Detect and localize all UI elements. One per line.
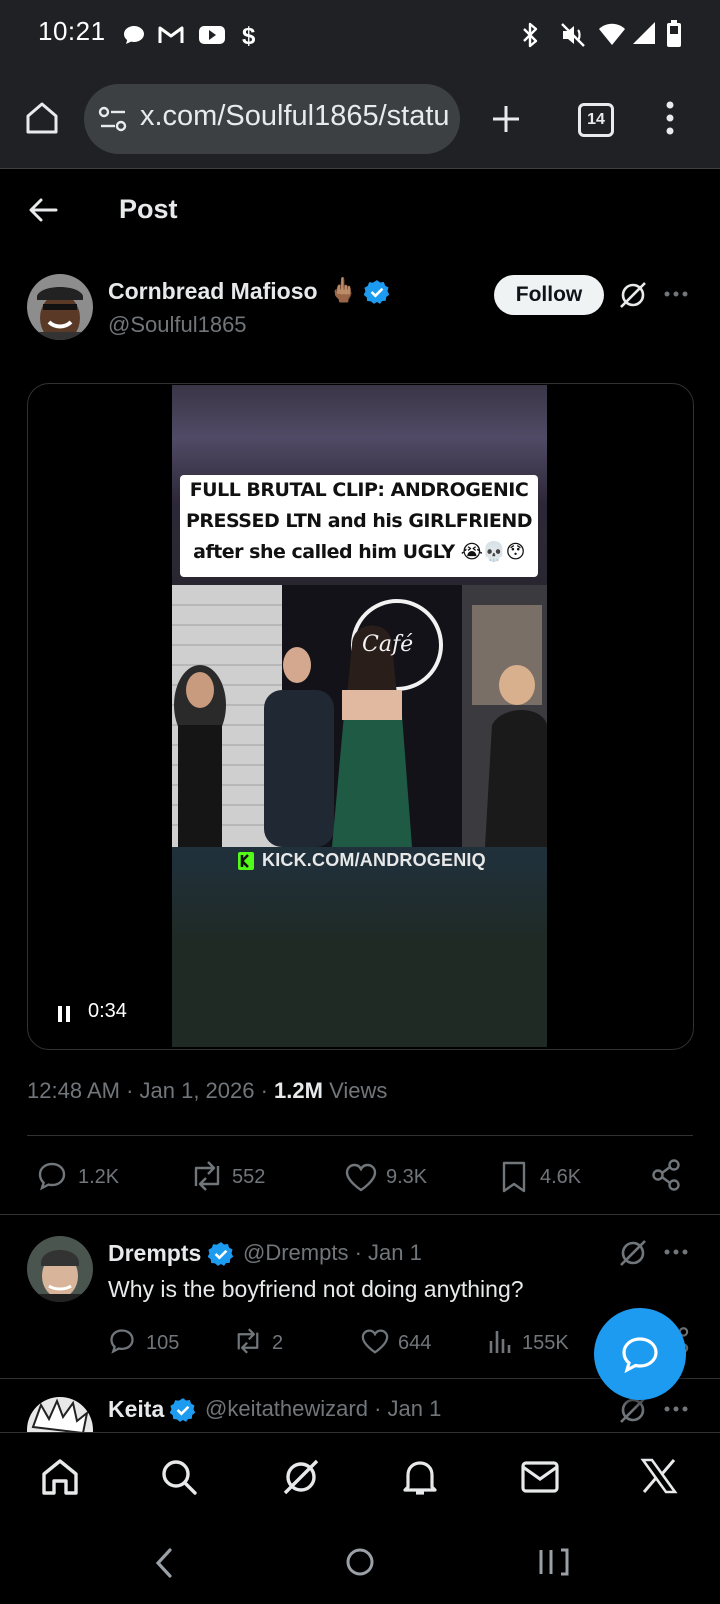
svg-text:$: $ — [242, 23, 256, 48]
kick-logo-icon — [238, 852, 254, 870]
nav-x-logo-icon[interactable] — [640, 1457, 678, 1495]
bookmark-count: 4.6K — [540, 1166, 582, 1188]
views-icon[interactable] — [488, 1327, 512, 1355]
cafe-sign-text: Café — [362, 632, 414, 657]
chat-notification-icon — [124, 26, 144, 44]
more-options-icon[interactable] — [664, 1405, 688, 1413]
caption-line-3: after she called him UGLY 😭💀😯 — [193, 541, 525, 563]
compose-reply-button[interactable] — [594, 1308, 686, 1400]
page-title: Post — [119, 194, 178, 224]
tab-switcher-button[interactable]: 14 — [578, 103, 614, 137]
video-watermark: KICK.COM/ANDROGENIQ — [262, 850, 486, 870]
author-emoji: 🖕🏽 — [328, 277, 358, 304]
reply-avatar[interactable] — [27, 1236, 93, 1302]
youtube-notification-icon — [199, 26, 225, 44]
browser-menu-icon[interactable] — [664, 100, 676, 136]
back-arrow-icon[interactable] — [28, 196, 58, 224]
caption-line-1: FULL BRUTAL CLIP: ANDROGENIC — [189, 479, 529, 501]
grok-icon[interactable] — [618, 1238, 648, 1268]
signal-icon — [633, 22, 655, 44]
gmail-notification-icon — [158, 26, 184, 43]
reply-author-name[interactable]: Keita — [108, 1396, 164, 1423]
reply-like-count: 644 — [398, 1332, 432, 1354]
nav-home-icon[interactable] — [40, 1457, 80, 1497]
battery-icon — [667, 20, 681, 47]
reply-repost-count: 2 — [272, 1332, 284, 1354]
system-home-icon[interactable] — [344, 1546, 376, 1578]
video-caption: FULL BRUTAL CLIP: ANDROGENIC PRESSED LTN… — [180, 475, 538, 577]
reply-reply-count: 105 — [146, 1332, 180, 1354]
status-bar: 10:21 $ — [0, 0, 720, 70]
reply-count: 1.2K — [78, 1166, 120, 1188]
video-scene-image — [172, 585, 547, 847]
site-settings-icon[interactable] — [97, 104, 129, 134]
reply-author-handle[interactable]: @Drempts · Jan 1 — [243, 1240, 422, 1266]
repost-count: 552 — [232, 1166, 266, 1188]
url-text[interactable]: x.com/Soulful1865/status — [140, 100, 450, 133]
views-label: Views — [322, 1078, 388, 1103]
mute-icon — [561, 23, 585, 47]
pause-icon[interactable] — [56, 1004, 72, 1024]
author-handle[interactable]: @Soulful1865 — [108, 312, 247, 338]
reply-views-count: 155K — [522, 1332, 569, 1354]
reply-author-name[interactable]: Drempts — [108, 1240, 201, 1267]
reply-icon[interactable] — [108, 1327, 136, 1355]
repost-icon[interactable] — [232, 1327, 264, 1355]
post-timestamp[interactable]: 12:48 AM · Jan 1, 2026 · — [27, 1078, 274, 1103]
nav-search-icon[interactable] — [160, 1457, 198, 1497]
new-tab-icon[interactable] — [490, 103, 522, 135]
compose-reply-icon — [622, 1337, 658, 1374]
nav-messages-icon[interactable] — [520, 1459, 560, 1495]
caption-line-2: PRESSED LTN and his GIRLFRIEND — [185, 510, 533, 532]
system-recents-icon[interactable] — [537, 1546, 571, 1578]
reply-author-handle[interactable]: @keitathewizard · Jan 1 — [205, 1396, 441, 1422]
post-meta: 12:48 AM · Jan 1, 2026 · 1.2M Views — [27, 1078, 387, 1104]
system-nav-bar — [0, 1522, 720, 1604]
status-time: 10:21 — [38, 16, 106, 46]
views-count: 1.2M — [274, 1078, 323, 1103]
verified-badge-icon — [364, 280, 390, 304]
reply-icon[interactable] — [36, 1160, 68, 1192]
repost-icon[interactable] — [188, 1160, 226, 1192]
verified-badge-icon — [170, 1398, 196, 1422]
home-icon[interactable] — [24, 100, 60, 136]
more-options-icon[interactable] — [664, 1248, 688, 1256]
bottom-nav — [0, 1432, 720, 1523]
system-back-icon[interactable] — [152, 1546, 176, 1580]
author-avatar[interactable] — [27, 274, 93, 340]
more-options-icon[interactable] — [664, 290, 688, 298]
reply-text: Why is the boyfriend not doing anything? — [108, 1276, 524, 1302]
like-icon[interactable] — [360, 1328, 390, 1354]
verified-badge-icon — [208, 1242, 234, 1266]
bluetooth-icon — [523, 22, 538, 48]
nav-grok-icon[interactable] — [281, 1457, 321, 1497]
nav-notifications-icon[interactable] — [400, 1457, 440, 1497]
follow-button[interactable]: Follow — [494, 275, 604, 315]
wifi-icon — [599, 23, 625, 45]
reply-avatar[interactable] — [27, 1397, 93, 1432]
cashapp-notification-icon: $ — [242, 23, 256, 48]
author-name[interactable]: Cornbread Mafioso — [108, 278, 318, 305]
video-time: 0:34 — [88, 1000, 127, 1022]
like-count: 9.3K — [386, 1166, 428, 1188]
share-icon[interactable] — [650, 1158, 682, 1192]
bookmark-icon[interactable] — [500, 1160, 528, 1194]
like-icon[interactable] — [344, 1162, 378, 1192]
grok-icon[interactable] — [618, 280, 648, 310]
divider — [27, 1135, 693, 1136]
